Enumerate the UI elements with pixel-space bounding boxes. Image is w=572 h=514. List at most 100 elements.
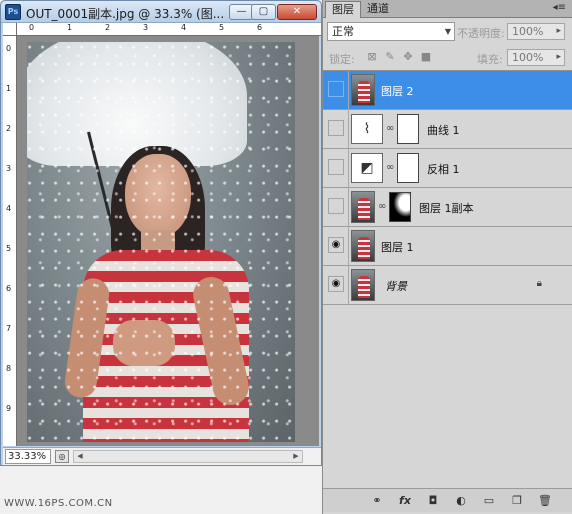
layers-panel-toolbar: ⚭ fx ◘ ◐ ▭ ❐ 🗑︎ (323, 488, 572, 512)
ruler-top[interactable]: 0 1 2 3 4 5 6 (17, 23, 321, 36)
thumbnail-figure (358, 81, 370, 103)
zoom-field[interactable]: 33.33% (5, 449, 51, 464)
watermark-text: WWW.16PS.COM.CN (4, 498, 113, 509)
photo-girl-with-umbrella (27, 42, 295, 442)
layer-thumbnail (351, 191, 375, 223)
opacity-value: 100% (512, 25, 544, 38)
scroll-right-icon[interactable]: ▶ (290, 451, 302, 462)
divider (348, 110, 349, 149)
lock-brush-icon[interactable]: ✎ (383, 50, 397, 64)
layer-row-background[interactable]: ◉ 背景 🔒︎ (323, 266, 572, 305)
blend-mode-value: 正常 (332, 25, 354, 38)
ruler-left[interactable]: 0 1 2 3 4 5 6 7 8 9 (3, 36, 17, 446)
ruler-label: 1 (6, 84, 12, 93)
ruler-label: 3 (143, 23, 149, 32)
link-chain-icon[interactable]: ∞ (386, 123, 394, 134)
ruler-label: 6 (257, 23, 263, 32)
divider (348, 227, 349, 266)
blend-mode-select[interactable]: 正常 ▼ (327, 22, 455, 41)
ruler-label: 1 (67, 23, 73, 32)
layer-mask-thumbnail[interactable] (397, 153, 419, 183)
ruler-label: 8 (6, 364, 12, 373)
tab-layers[interactable]: 图层 (325, 1, 361, 18)
visibility-toggle[interactable] (328, 120, 344, 136)
panel-menu-icon[interactable]: ◂≡ (553, 2, 566, 13)
layer-name: 图层 1 (381, 241, 414, 254)
photoshop-app-icon: Ps (5, 4, 21, 20)
ruler-label: 4 (6, 204, 12, 213)
ruler-label: 0 (6, 44, 12, 53)
layers-panel: 图层 通道 ◂≡ 正常 ▼ 不透明度: 100% ▸ 锁定: ⊠ ✎ ✥ ■ 填… (322, 0, 572, 514)
visibility-toggle[interactable] (328, 159, 344, 175)
invert-adjustment-icon[interactable]: ◩ (351, 153, 383, 183)
divider (348, 266, 349, 305)
ruler-label: 5 (219, 23, 225, 32)
horizontal-scrollbar[interactable]: ◀ ▶ (73, 450, 303, 463)
status-bar: 33.33% ◎ ◀ ▶ (3, 447, 321, 465)
lock-all-icon[interactable]: ■ (419, 50, 433, 64)
layer-row-invert-1[interactable]: ◩ ∞ 反相 1 (323, 149, 572, 188)
document-titlebar[interactable]: Ps OUT_0001副本.jpg @ 33.3% (图... — ▢ ✕ (1, 1, 321, 23)
document-title: OUT_0001副本.jpg @ 33.3% (图... (26, 7, 225, 21)
eye-icon[interactable]: ◉ (328, 276, 344, 292)
layer-name: 反相 1 (427, 163, 460, 176)
link-icon[interactable]: ⚭ (369, 493, 385, 509)
ruler-label: 2 (6, 124, 12, 133)
layer-row-layer-2[interactable]: 图层 2 (323, 71, 572, 110)
ruler-label: 9 (6, 404, 12, 413)
layer-row-layer-1-copy[interactable]: ∞ 图层 1副本 (323, 188, 572, 227)
layers-list: 图层 2 ⌇ ∞ 曲线 1 ◩ ∞ 反相 1 ∞ 图层 1副本 ◉ 图层 1 ◉… (323, 70, 572, 490)
chevron-right-icon: ▸ (556, 26, 561, 36)
layer-thumbnail (351, 269, 375, 301)
eye-icon[interactable]: ◉ (328, 237, 344, 253)
chevron-right-icon: ▸ (556, 52, 561, 62)
visibility-toggle[interactable] (328, 81, 344, 97)
link-chain-icon[interactable]: ∞ (378, 201, 386, 212)
opacity-field[interactable]: 100% ▸ (507, 23, 565, 40)
layer-thumbnail (351, 74, 375, 106)
thumbnail-figure (358, 237, 370, 259)
layer-mask-thumbnail[interactable] (389, 192, 411, 222)
divider (348, 149, 349, 188)
maximize-button[interactable]: ▢ (251, 4, 276, 20)
trash-icon[interactable]: 🗑︎ (537, 493, 553, 509)
divider (348, 188, 349, 227)
lock-label: 锁定: (329, 53, 355, 66)
opacity-label: 不透明度: (457, 27, 505, 40)
scroll-left-icon[interactable]: ◀ (74, 451, 86, 462)
ruler-origin[interactable] (3, 23, 17, 36)
ruler-label: 0 (29, 23, 35, 32)
ruler-label: 5 (6, 244, 12, 253)
layer-name: 背景 (385, 280, 407, 293)
layer-row-curves-1[interactable]: ⌇ ∞ 曲线 1 (323, 110, 572, 149)
lock-icon: 🔒︎ (536, 278, 542, 289)
thumbnail-figure (358, 276, 370, 298)
curves-adjustment-icon[interactable]: ⌇ (351, 114, 383, 144)
document-canvas[interactable] (17, 36, 319, 446)
fill-field[interactable]: 100% ▸ (507, 49, 565, 66)
lock-transparency-icon[interactable]: ⊠ (365, 50, 379, 64)
new-layer-icon[interactable]: ❐ (509, 493, 525, 509)
divider (348, 71, 349, 110)
lock-move-icon[interactable]: ✥ (401, 50, 415, 64)
layer-thumbnail (351, 230, 375, 262)
layer-mask-thumbnail[interactable] (397, 114, 419, 144)
fill-value: 100% (512, 51, 544, 64)
ruler-label: 3 (6, 164, 12, 173)
layer-row-layer-1[interactable]: ◉ 图层 1 (323, 227, 572, 266)
ruler-label: 6 (6, 284, 12, 293)
tab-channels[interactable]: 通道 (361, 1, 395, 18)
ruler-label: 4 (181, 23, 187, 32)
link-chain-icon[interactable]: ∞ (386, 162, 394, 173)
panel-tabs: 图层 通道 ◂≡ (323, 0, 572, 18)
chevron-down-icon: ▼ (444, 27, 451, 36)
fx-icon[interactable]: fx (397, 493, 413, 509)
close-button[interactable]: ✕ (277, 4, 317, 20)
status-menu-icon[interactable]: ◎ (55, 450, 69, 463)
group-folder-icon[interactable]: ▭ (481, 493, 497, 509)
rain-overlay (27, 42, 295, 442)
visibility-toggle[interactable] (328, 198, 344, 214)
layer-name: 曲线 1 (427, 124, 460, 137)
mask-icon[interactable]: ◘ (425, 493, 441, 509)
adjustment-icon[interactable]: ◐ (453, 493, 469, 509)
